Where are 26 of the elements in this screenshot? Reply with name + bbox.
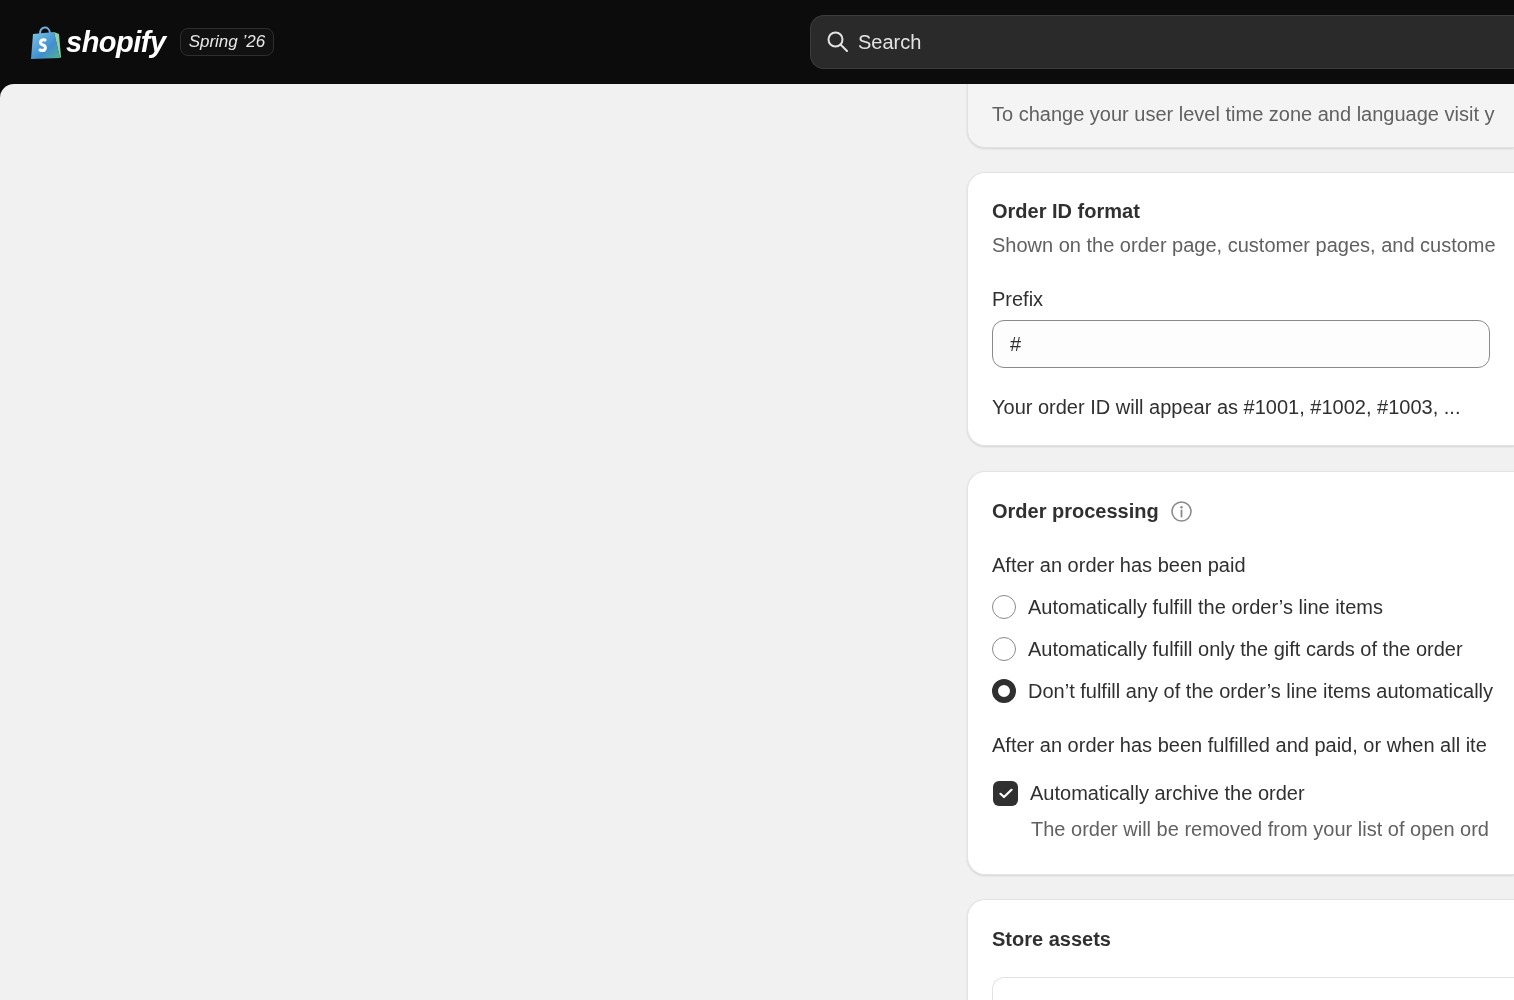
group-heading: After an order has been paid	[992, 553, 1246, 578]
check-icon	[998, 787, 1013, 799]
checkbox-label[interactable]: Automatically archive the order	[1030, 779, 1305, 807]
help-text: Your order ID will appear as #1001, #1002, #1003, ...	[992, 395, 1461, 420]
card-title: Order ID format	[992, 199, 1140, 224]
info-icon[interactable]	[1170, 500, 1192, 522]
checkbox[interactable]	[993, 780, 1018, 806]
prefix-input[interactable]: #	[992, 320, 1490, 368]
group-heading: After an order has been fulfilled and paid, or when all ite	[992, 733, 1487, 758]
search-icon	[827, 31, 848, 52]
radio-button[interactable]	[992, 679, 1016, 703]
checkbox-description: The order will be removed from your list of open ord	[1031, 817, 1489, 842]
radio-label[interactable]: Don’t fulfill any of the order’s line items automatically	[1028, 677, 1494, 705]
card-description: Shown on the order page, customer pages, and custome	[992, 233, 1496, 258]
field-label: Prefix	[992, 287, 1044, 312]
logo-wordmark[interactable]: shopify	[66, 27, 166, 57]
radio-label[interactable]: Automatically fulfill the order’s line items	[1028, 593, 1383, 621]
radio-button[interactable]	[992, 595, 1016, 619]
radio-button[interactable]	[992, 637, 1016, 661]
radio-label[interactable]: Automatically fulfill only the gift cards of the order	[1028, 635, 1463, 663]
time-zone-note: To change your user level time zone and language visit y	[992, 102, 1496, 127]
card-title: Store assets	[992, 927, 1111, 952]
release-badge: Spring ’26	[179, 28, 275, 56]
bag-logo-icon[interactable]	[30, 24, 62, 60]
search-field[interactable]: Search	[810, 15, 1514, 69]
card-title: Order processing	[992, 499, 1159, 524]
